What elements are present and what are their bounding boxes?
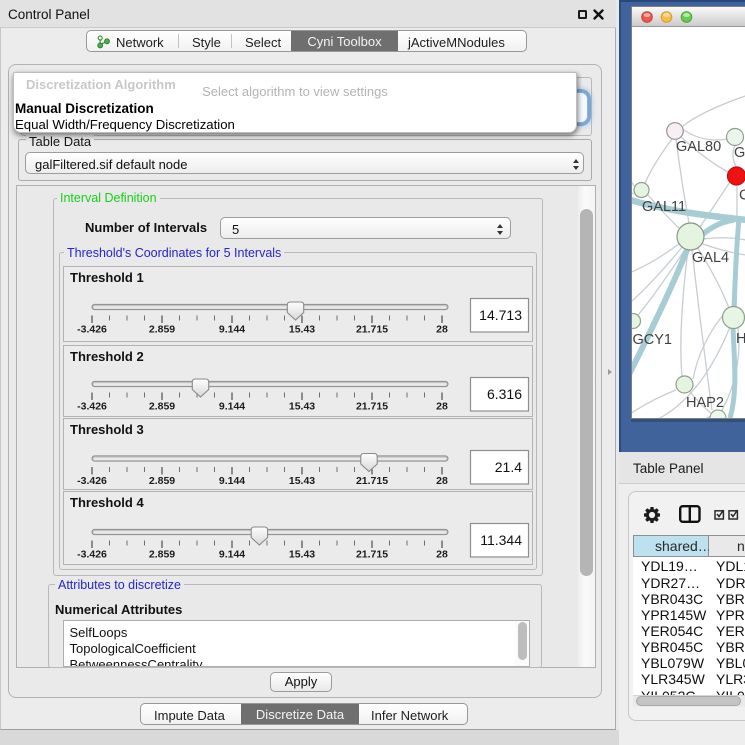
svg-text:2.859: 2.859	[149, 324, 175, 336]
svg-text:GAL11: GAL11	[642, 199, 686, 215]
svg-text:21.4: 21.4	[495, 459, 522, 475]
svg-text:28: 28	[436, 549, 448, 561]
svg-text:Threshold 2: Threshold 2	[70, 349, 144, 364]
svg-text:Threshold 3: Threshold 3	[70, 422, 144, 437]
svg-text:GCY1: GCY1	[633, 332, 673, 348]
svg-text:9.144: 9.144	[219, 401, 245, 413]
svg-text:28: 28	[436, 475, 448, 487]
svg-text:HA: HA	[736, 331, 745, 347]
svg-text:-3.426: -3.426	[77, 475, 107, 487]
svg-text:28: 28	[436, 401, 448, 413]
svg-text:Threshold 1: Threshold 1	[70, 270, 144, 285]
svg-text:28: 28	[436, 324, 448, 336]
svg-text:GAL80: GAL80	[676, 139, 721, 155]
svg-text:-3.426: -3.426	[77, 549, 107, 561]
svg-text:21.715: 21.715	[356, 549, 388, 561]
svg-text:15.43: 15.43	[289, 549, 315, 561]
svg-text:9.144: 9.144	[219, 324, 245, 336]
svg-text:21.715: 21.715	[356, 475, 388, 487]
svg-text:GAL4: GAL4	[692, 250, 729, 266]
svg-text:Threshold 4: Threshold 4	[70, 495, 144, 510]
svg-text:15.43: 15.43	[289, 324, 315, 336]
svg-text:11.344: 11.344	[480, 532, 522, 548]
svg-text:6.316: 6.316	[487, 386, 522, 402]
svg-text:2.859: 2.859	[149, 401, 175, 413]
svg-text:15.43: 15.43	[289, 475, 315, 487]
svg-text:2.859: 2.859	[149, 549, 175, 561]
svg-text:9.144: 9.144	[219, 475, 245, 487]
svg-text:21.715: 21.715	[356, 324, 388, 336]
svg-text:15.43: 15.43	[289, 401, 315, 413]
svg-text:9.144: 9.144	[219, 549, 245, 561]
svg-text:HAP2: HAP2	[686, 395, 724, 411]
svg-text:C: C	[739, 188, 745, 204]
svg-text:-3.426: -3.426	[77, 324, 107, 336]
svg-text:14.713: 14.713	[479, 307, 522, 323]
svg-text:-3.426: -3.426	[77, 401, 107, 413]
svg-text:21.715: 21.715	[356, 401, 388, 413]
svg-text:2.859: 2.859	[149, 475, 175, 487]
svg-text:GA: GA	[734, 145, 745, 161]
